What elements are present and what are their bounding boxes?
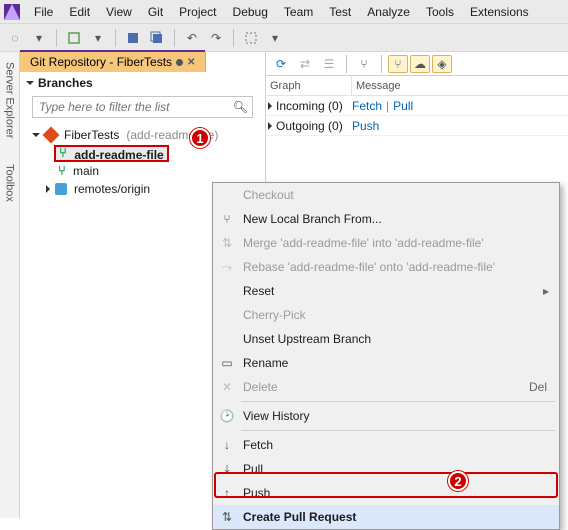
chevron-right-icon — [46, 185, 50, 193]
repo-name: FiberTests — [64, 128, 119, 142]
branch-icon — [59, 147, 71, 159]
branch-icon — [58, 165, 70, 177]
fetch-icon: ↓ — [213, 438, 241, 452]
branch-main[interactable]: main — [32, 162, 265, 180]
col-message[interactable]: Message — [352, 80, 401, 92]
push-link[interactable]: Push — [352, 119, 379, 133]
ctx-rebase: ⤳Rebase 'add-readme-file' onto 'add-read… — [213, 255, 559, 279]
ctx-push[interactable]: ↑Push — [213, 481, 559, 505]
menu-view[interactable]: View — [98, 2, 140, 22]
menu-test[interactable]: Test — [321, 2, 359, 22]
outgoing-row[interactable]: Outgoing (0) Push — [266, 116, 568, 136]
fetch-link[interactable]: Fetch — [352, 99, 382, 113]
menu-tools[interactable]: Tools — [418, 2, 462, 22]
ctx-unset-upstream[interactable]: Unset Upstream Branch — [213, 327, 559, 351]
filter-button[interactable]: ☰ — [318, 53, 340, 75]
branch-icon: ⑂ — [213, 212, 241, 226]
graph-button[interactable]: ⑂ — [353, 53, 375, 75]
vs-logo — [4, 4, 20, 20]
branch-filter[interactable]: 🔍︎ — [32, 96, 253, 118]
nav-fwd-button[interactable]: ▾ — [28, 27, 50, 49]
ctx-fetch[interactable]: ↓Fetch — [213, 433, 559, 457]
remotes-label: remotes/origin — [74, 182, 150, 196]
branch-main-label: main — [73, 164, 99, 178]
main-toolbar: ◌ ▾ ▾ ↶ ↷ ▾ — [0, 24, 568, 52]
chevron-right-icon — [268, 122, 272, 130]
menu-file[interactable]: File — [26, 2, 61, 22]
ctx-merge: ⇅Merge 'add-readme-file' into 'add-readm… — [213, 231, 559, 255]
menu-analyze[interactable]: Analyze — [359, 2, 418, 22]
ctx-new-branch[interactable]: ⑂New Local Branch From... — [213, 207, 559, 231]
ctx-checkout: Checkout — [213, 183, 559, 207]
collapse-icon — [26, 81, 34, 85]
cloud-icon — [55, 183, 67, 195]
chevron-right-icon — [268, 102, 272, 110]
side-tab-well: Server Explorer Toolbox — [0, 52, 20, 518]
dropdown-icon[interactable]: ▾ — [264, 27, 286, 49]
view-branch-button[interactable]: ⑂ — [388, 55, 408, 73]
incoming-row[interactable]: Incoming (0) Fetch | Pull — [266, 96, 568, 116]
menu-git[interactable]: Git — [140, 2, 171, 22]
select-button[interactable] — [240, 27, 262, 49]
delete-icon: ✕ — [213, 380, 241, 394]
refresh-button[interactable]: ⟳ — [270, 53, 292, 75]
pin-icon[interactable] — [176, 59, 183, 66]
menu-debug[interactable]: Debug — [225, 2, 276, 22]
view-tag-button[interactable]: ◈ — [432, 55, 452, 73]
pull-request-icon: ⇅ — [213, 510, 241, 524]
undo-button[interactable]: ↶ — [181, 27, 203, 49]
ctx-pull[interactable]: ⤓Pull — [213, 457, 559, 481]
menu-edit[interactable]: Edit — [61, 2, 98, 22]
ctx-rename[interactable]: ▭Rename — [213, 351, 559, 375]
rename-icon: ▭ — [213, 356, 241, 370]
branch-context-menu: Checkout ⑂New Local Branch From... ⇅Merg… — [212, 182, 560, 530]
menu-extensions[interactable]: Extensions — [462, 2, 537, 22]
branches-header[interactable]: Branches — [20, 72, 265, 92]
link-button[interactable]: ⇄ — [294, 53, 316, 75]
chevron-down-icon — [32, 133, 40, 137]
new-button[interactable] — [63, 27, 85, 49]
side-tab-toolbox[interactable]: Toolbox — [2, 160, 18, 206]
close-icon[interactable]: ✕ — [187, 57, 195, 68]
save-button[interactable] — [122, 27, 144, 49]
save-all-button[interactable] — [146, 27, 168, 49]
rebase-icon: ⤳ — [213, 260, 241, 275]
side-tab-server-explorer[interactable]: Server Explorer — [2, 58, 18, 142]
history-toolbar: ⟳ ⇄ ☰ ⑂ ⑂ ☁ ◈ — [266, 52, 568, 76]
nav-back-button[interactable]: ◌ — [4, 27, 26, 49]
ctx-cherry-pick: Cherry-Pick — [213, 303, 559, 327]
ctx-create-pull-request[interactable]: ⇅Create Pull Request — [213, 505, 559, 529]
outgoing-label: Outgoing (0) — [276, 119, 343, 133]
callout-1: 1 — [190, 128, 210, 148]
incoming-label: Incoming (0) — [276, 99, 343, 113]
merge-icon: ⇅ — [213, 236, 241, 250]
redo-button[interactable]: ↷ — [205, 27, 227, 49]
push-icon: ↑ — [213, 486, 241, 500]
document-tab[interactable]: Git Repository - FiberTests ✕ — [20, 52, 206, 72]
search-icon[interactable]: 🔍︎ — [233, 100, 248, 114]
branches-header-label: Branches — [38, 76, 93, 90]
open-button[interactable]: ▾ — [87, 27, 109, 49]
menubar: File Edit View Git Project Debug Team Te… — [0, 0, 568, 24]
ctx-view-history[interactable]: 🕑View History — [213, 404, 559, 428]
callout-2: 2 — [448, 471, 468, 491]
document-tab-title: Git Repository - FiberTests — [30, 55, 172, 69]
menu-project[interactable]: Project — [171, 2, 224, 22]
branch-current-selected[interactable]: add-readme-file — [54, 145, 169, 162]
history-icon: 🕑 — [213, 409, 241, 423]
repo-node[interactable]: FiberTests (add-readme-file) — [32, 126, 265, 144]
pull-link[interactable]: Pull — [393, 99, 413, 113]
history-columns: Graph Message — [266, 76, 568, 96]
ctx-delete: ✕DeleteDel — [213, 375, 559, 399]
repo-icon — [43, 127, 60, 144]
branch-filter-input[interactable] — [37, 99, 233, 115]
col-graph[interactable]: Graph — [266, 76, 352, 95]
view-remote-button[interactable]: ☁ — [410, 55, 430, 73]
branch-current-label: add-readme-file — [74, 148, 163, 162]
menu-team[interactable]: Team — [276, 2, 321, 22]
submenu-arrow-icon: ▸ — [543, 284, 559, 298]
pull-icon: ⤓ — [213, 462, 241, 477]
ctx-reset[interactable]: Reset▸ — [213, 279, 559, 303]
